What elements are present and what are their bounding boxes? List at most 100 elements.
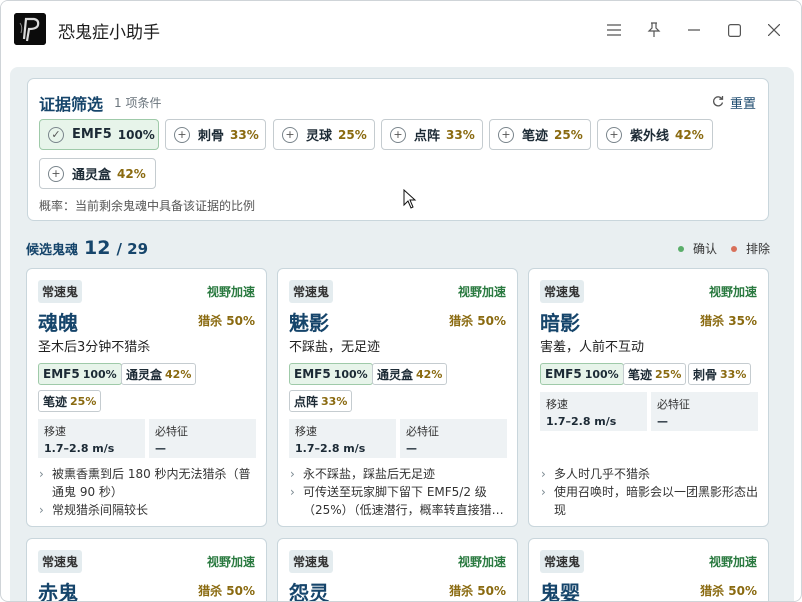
- app-logo-icon: [14, 13, 46, 45]
- evidence-chip-spirit-box-cold[interactable]: + 刺骨 33%: [165, 119, 266, 150]
- ghost-hunt-threshold: 猎杀 50%: [198, 314, 255, 328]
- pin-button[interactable]: [642, 18, 666, 42]
- minimize-icon: [688, 29, 700, 31]
- close-button[interactable]: [762, 18, 786, 42]
- plus-icon: +: [282, 126, 298, 143]
- chip-label: 灵球: [306, 129, 333, 144]
- ghost-card[interactable]: 常速鬼 视野加速 鬼婴 猎杀 50%: [528, 538, 769, 601]
- close-icon: [768, 24, 780, 36]
- chip-pct: 33%: [446, 127, 475, 142]
- maximize-button[interactable]: [722, 18, 746, 42]
- note-item: 可传送至玩家脚下留下 EMF5/2 级（25%）（低速潜行，概率转直接猎…: [289, 483, 511, 519]
- chip-pct: 42%: [675, 127, 704, 142]
- evidence-tag: EMF5 100%: [289, 363, 373, 385]
- ghost-card[interactable]: 常速鬼 视野加速 魅影 猎杀 50% 不踩盐，无足迹 EMF5 100% 通灵盒 4…: [277, 268, 518, 527]
- maximize-icon: [727, 23, 741, 37]
- evidence-tag: EMF5 100%: [540, 363, 624, 385]
- ghost-speed-tag: 视野加速: [457, 285, 506, 299]
- confirm-dot-icon: [677, 245, 684, 252]
- ghost-hunt-threshold: 猎杀 50%: [198, 584, 255, 598]
- evidence-tag: EMF5 100%: [38, 363, 122, 385]
- note-item: 使用召唤时，暗影会以一团黑影形态出现: [540, 483, 762, 519]
- check-icon: ✓: [48, 126, 64, 143]
- probability-note: 概率：当前剩余鬼魂中具备该证据的比例: [39, 199, 256, 213]
- evidence-chip-emf5[interactable]: ✓ EMF5 100%: [39, 119, 159, 150]
- candidate-label: 候选鬼魂: [26, 243, 79, 258]
- ghost-type-badge: 常速鬼: [540, 550, 585, 573]
- trait-stat: 必特征 —: [149, 419, 256, 458]
- move-speed-stat: 移速 1.7–2.8 m/s: [289, 419, 396, 458]
- ghost-card[interactable]: 常速鬼 视野加速 怨灵 猎杀 50%: [277, 538, 518, 602]
- ghost-type-badge: 常速鬼: [540, 280, 585, 303]
- ghost-speed-tag: 视野加速: [206, 285, 255, 299]
- plus-icon: +: [606, 126, 622, 143]
- chip-pct: 42%: [117, 166, 146, 181]
- ghost-card[interactable]: 常速鬼 视野加速 魂魄 猎杀 50% 圣木后3分钟不猎杀 EMF5 100% 通灵…: [26, 268, 267, 527]
- chip-pct: 25%: [338, 127, 367, 142]
- candidate-total: / 29: [116, 240, 149, 258]
- candidate-summary: 候选鬼魂 12 / 29: [26, 237, 148, 259]
- minimize-button[interactable]: [682, 18, 706, 42]
- move-speed-stat: 移速 1.7–2.8 m/s: [540, 392, 647, 431]
- ghost-hunt-threshold: 猎杀 35%: [700, 314, 757, 328]
- ghost-type-badge: 常速鬼: [38, 280, 83, 303]
- plus-icon: +: [390, 126, 406, 143]
- ghost-name: 怨灵: [289, 581, 329, 602]
- ghost-description: 圣木后3分钟不猎杀: [38, 340, 151, 355]
- refresh-icon: [712, 95, 724, 111]
- evidence-tag: 刺骨 33%: [688, 363, 752, 385]
- evidence-tag: 通灵盒 42%: [121, 363, 197, 385]
- ghost-notes: 被熏香熏到后 180 秒内无法猎杀（普通鬼 90 秒） 常规猎杀间隔较长: [38, 465, 260, 519]
- ghost-speed-tag: 视野加速: [457, 555, 506, 569]
- evidence-filter-panel: 证据筛选 1 项条件 重置 ✓ EMF5 100% + 刺骨 33% + 灵球 …: [27, 78, 769, 221]
- legend-exclude: 排除: [745, 242, 770, 256]
- mouse-cursor-icon: [403, 189, 417, 209]
- trait-stat: 必特征 —: [400, 419, 507, 458]
- ghost-name: 魅影: [289, 311, 329, 335]
- chip-pct: 100%: [117, 127, 155, 142]
- app-window: 恐鬼症小助手 证据筛选 1 项条件 重置 ✓ EMF5 100% + 刺骨 33…: [0, 0, 802, 602]
- ghost-name: 赤鬼: [38, 581, 78, 602]
- evidence-chip-orbs[interactable]: + 灵球 25%: [273, 119, 375, 150]
- evidence-tag: 笔迹 25%: [38, 390, 102, 412]
- evidence-chip-spirit-box[interactable]: + 通灵盒 42%: [39, 158, 156, 189]
- evidence-tag: 笔迹 25%: [623, 363, 687, 385]
- ghost-type-badge: 常速鬼: [38, 550, 83, 573]
- chip-pct: 25%: [554, 127, 583, 142]
- title-bar: 恐鬼症小助手: [1, 1, 801, 59]
- ghost-card[interactable]: 常速鬼 视野加速 暗影 猎杀 35% 害羞，人前不互动 EMF5 100% 笔迹 2…: [528, 268, 769, 527]
- evidence-tag: 通灵盒 42%: [372, 363, 448, 385]
- chip-label: 笔迹: [522, 129, 549, 144]
- evidence-chip-dots[interactable]: + 点阵 33%: [381, 119, 483, 150]
- ghost-speed-tag: 视野加速: [708, 285, 757, 299]
- status-legend: 确认 排除: [677, 240, 770, 257]
- note-item: 永不踩盐，踩盐后无足迹: [289, 465, 511, 483]
- menu-button[interactable]: [602, 18, 626, 42]
- filter-title: 证据筛选: [39, 95, 104, 114]
- ghost-description: 不踩盐，无足迹: [289, 340, 381, 355]
- filter-count: 1 项条件: [114, 96, 162, 110]
- evidence-chip-uv[interactable]: + 紫外线 42%: [597, 119, 713, 150]
- chip-label: 点阵: [414, 129, 441, 144]
- chip-label: 紫外线: [630, 129, 670, 144]
- ghost-notes: 多人时几乎不猎杀 使用召唤时，暗影会以一团黑影形态出现: [540, 465, 762, 519]
- window-title: 恐鬼症小助手: [58, 23, 160, 43]
- reset-button[interactable]: 重置: [712, 93, 756, 112]
- ghost-hunt-threshold: 猎杀 50%: [449, 584, 506, 598]
- evidence-chip-writing[interactable]: + 笔迹 25%: [489, 119, 591, 150]
- trait-stat: 必特征 —: [651, 392, 758, 431]
- plus-icon: +: [498, 126, 514, 143]
- chip-label: 通灵盒: [72, 168, 112, 183]
- ghost-type-badge: 常速鬼: [289, 280, 334, 303]
- chip-label: EMF5: [72, 127, 112, 142]
- chip-pct: 33%: [230, 127, 259, 142]
- ghost-card[interactable]: 常速鬼 视野加速 赤鬼 猎杀 50%: [26, 538, 267, 602]
- ghost-name: 魂魄: [38, 311, 78, 335]
- evidence-tag: 点阵 33%: [289, 390, 353, 412]
- note-item: 多人时几乎不猎杀: [540, 465, 762, 483]
- pin-icon: [647, 22, 661, 38]
- plus-icon: +: [48, 165, 64, 182]
- note-item: 常规猎杀间隔较长: [38, 501, 260, 519]
- reset-label: 重置: [729, 97, 756, 112]
- ghost-hunt-threshold: 猎杀 50%: [449, 314, 506, 328]
